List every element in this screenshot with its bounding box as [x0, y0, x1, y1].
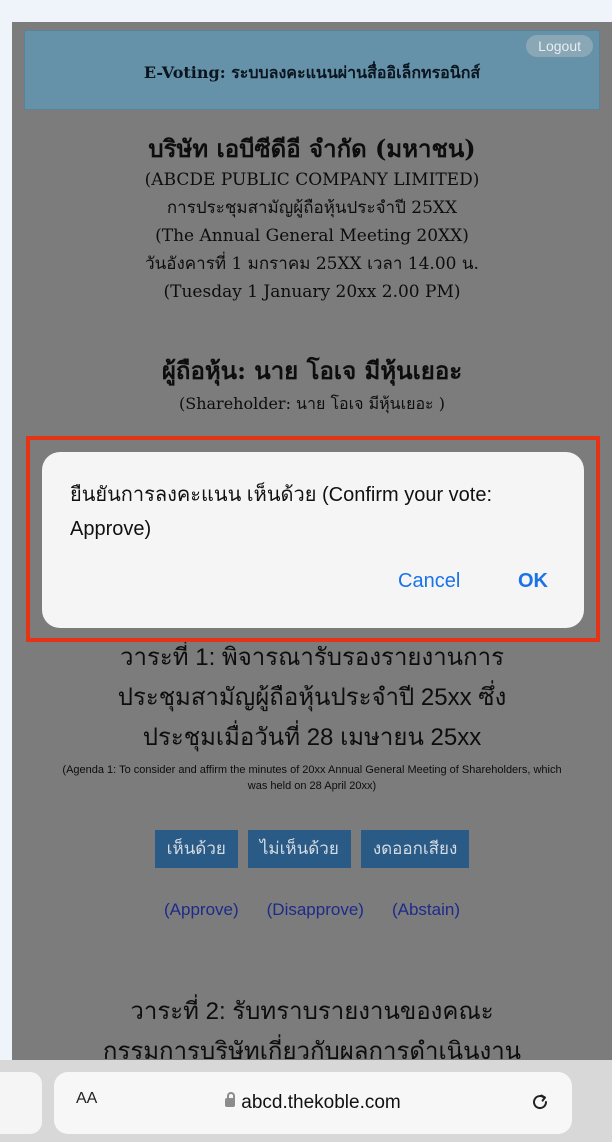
company-name-thai: บริษัท เอบีซีดีอี จำกัด (มหาชน)	[148, 134, 476, 163]
dialog-message: ยืนยันการลงคะแนน เห็นด้วย (Confirm your …	[70, 484, 493, 540]
agenda-1: วาระที่ 1: พิจารณารับรองรายงานการ ประชุม…	[12, 638, 612, 794]
approve-label: (Approve)	[164, 900, 239, 919]
disapprove-button[interactable]: ไม่เห็นด้วย	[247, 830, 351, 868]
abstain-button[interactable]: งดออกเสียง	[360, 830, 470, 868]
company-info: บริษัท เอบีซีดีอี จำกัด (มหาชน) (ABCDE P…	[12, 132, 612, 306]
logout-button[interactable]: Logout	[526, 35, 593, 57]
company-name-en: (ABCDE PUBLIC COMPANY LIMITED)	[144, 170, 480, 190]
browser-bottom-bar: AA abcd.thekoble.com	[0, 1060, 612, 1142]
meeting-thai: การประชุมสามัญผู้ถือหุ้นประจำปี 25XX	[166, 198, 458, 218]
ok-button[interactable]: OK	[518, 570, 548, 593]
top-strip	[0, 0, 612, 22]
lock-icon	[225, 1092, 236, 1107]
confirm-dialog: ยืนยันการลงคะแนน เห็นด้วย (Confirm your …	[42, 452, 584, 628]
shareholder-title: ผู้ถือหุ้น: นาย โอเจ มีหุ้นเยอะ	[161, 356, 463, 385]
url-display[interactable]: abcd.thekoble.com	[54, 1092, 572, 1114]
previous-tab[interactable]	[0, 1072, 42, 1134]
abstain-label: (Abstain)	[391, 900, 460, 919]
app-title: E-Voting: ระบบลงคะแนนผ่านสื่ออิเล็กทรอนิ…	[143, 63, 481, 82]
meeting-en: (The Annual General Meeting 20XX)	[155, 226, 469, 246]
reload-icon[interactable]	[528, 1090, 552, 1114]
address-bar[interactable]: AA abcd.thekoble.com	[54, 1072, 572, 1134]
header-banner: E-Voting: ระบบลงคะแนนผ่านสื่ออิเล็กทรอนิ…	[24, 30, 600, 110]
disapprove-label: (Disapprove)	[266, 900, 364, 919]
agenda1-vote-labels: (Approve) (Disapprove) (Abstain)	[12, 900, 612, 920]
agenda1-title-line3: ประชุมเมื่อวันที่ 28 เมษายน 25xx	[142, 724, 482, 751]
agenda1-title-line1: วาระที่ 1: พิจารณารับรองรายงานการ	[120, 644, 504, 671]
date-en: (Tuesday 1 January 20xx 2.00 PM)	[163, 282, 461, 302]
agenda1-vote-buttons: เห็นด้วย ไม่เห็นด้วย งดออกเสียง	[12, 830, 612, 868]
agenda1-title-line2: ประชุมสามัญผู้ถือหุ้นประจำปี 25xx ซึ่ง	[117, 684, 507, 711]
url-text: abcd.thekoble.com	[241, 1092, 401, 1113]
agenda1-english: (Agenda 1: To consider and affirm the mi…	[62, 764, 562, 792]
date-thai: วันอังคารที่ 1 มกราคม 25XX เวลา 14.00 น.	[145, 254, 479, 274]
shareholder-subtitle: (Shareholder: นาย โอเจ มีหุ้นเยอะ )	[179, 394, 445, 413]
cancel-button[interactable]: Cancel	[398, 570, 460, 593]
shareholder-info: ผู้ถือหุ้น: นาย โอเจ มีหุ้นเยอะ (Shareho…	[12, 352, 612, 418]
agenda2-title-line1: วาระที่ 2: รับทราบรายงานของคณะ	[130, 998, 494, 1025]
approve-button[interactable]: เห็นด้วย	[154, 830, 238, 868]
